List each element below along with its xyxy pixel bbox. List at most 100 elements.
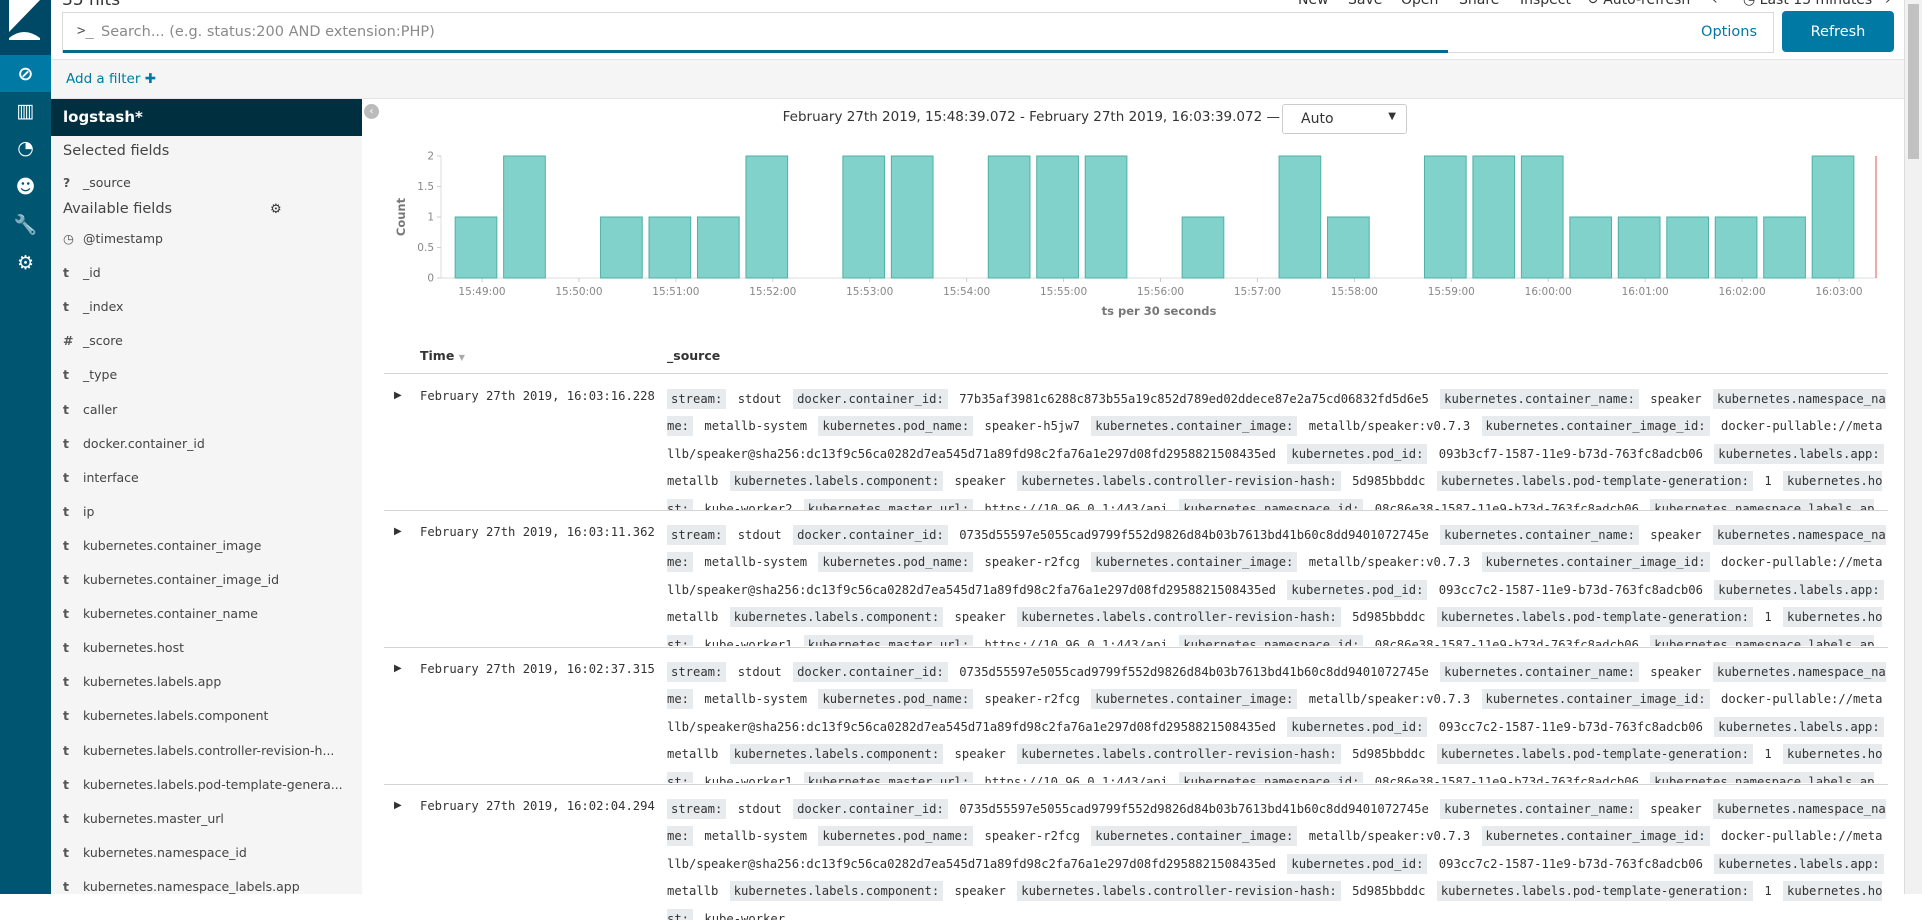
- page-scrollbar[interactable]: [1904, 0, 1922, 894]
- menu-open[interactable]: Open: [1401, 0, 1438, 8]
- field-item[interactable]: t _id: [63, 265, 101, 280]
- source-field-key: kubernetes.labels.controller-revision-ha…: [1017, 607, 1341, 628]
- histogram-time-range: February 27th 2019, 15:48:39.072 - Febru…: [782, 109, 1280, 125]
- source-field-value: 093cc7c2-1587-11e9-b73d-763fc8adcb06: [1438, 856, 1703, 871]
- source-field-value: metallb-system: [704, 692, 808, 707]
- row-timestamp: February 27th 2019, 16:02:37.315: [420, 662, 655, 676]
- nav-item-ml-bear[interactable]: ☻: [0, 168, 51, 205]
- source-field-value: 0735d55597e5055cad9799f552d9826d84b03b76…: [959, 802, 1429, 816]
- add-filter-button[interactable]: Add a filter ✚: [66, 71, 156, 87]
- collapse-sidebar-chevron-icon[interactable]: ‹: [364, 104, 379, 119]
- sort-down-icon[interactable]: ▼: [459, 353, 465, 362]
- menu-new[interactable]: New: [1298, 0, 1329, 8]
- expand-row-caret-icon[interactable]: ▶: [394, 526, 402, 537]
- nav-item-dashboard-gauge[interactable]: ◔: [0, 129, 51, 166]
- time-forward-chevron-icon[interactable]: ›: [1885, 0, 1891, 8]
- nav-item-discover-compass[interactable]: ⊘: [0, 55, 51, 92]
- histogram-bar: [454, 216, 498, 279]
- field-item[interactable]: ? _source: [63, 175, 131, 190]
- selected-fields-title: Selected fields: [63, 143, 170, 159]
- kibana-logo[interactable]: [0, 0, 51, 55]
- source-field-value: 0735d55597e5055cad9799f552d9826d84b03b76…: [959, 665, 1429, 679]
- field-item[interactable]: t kubernetes.container_image_id: [63, 572, 279, 587]
- nav-item-devtools-wrench[interactable]: 🔧: [0, 206, 51, 243]
- x-tick-label: 16:03:00: [1815, 286, 1862, 298]
- source-field-key: kubernetes.namespace_id:: [1179, 771, 1364, 783]
- search-input[interactable]: [101, 19, 1601, 45]
- expand-row-caret-icon[interactable]: ▶: [394, 390, 402, 401]
- field-item[interactable]: t kubernetes.labels.controller-revision-h…: [63, 743, 334, 758]
- field-item[interactable]: t kubernetes.container_name: [63, 606, 258, 621]
- clock-type-icon: ◷: [63, 231, 74, 246]
- field-item[interactable]: t kubernetes.container_image: [63, 538, 261, 553]
- source-field-value: 1: [1764, 610, 1772, 625]
- source-field-value: https://10.96.0.1:443/api: [984, 501, 1168, 510]
- field-item[interactable]: t kubernetes.labels.app: [63, 674, 221, 689]
- field-item[interactable]: t caller: [63, 402, 117, 417]
- nav-item-visualize-chart[interactable]: ▥: [0, 92, 51, 129]
- menu-inspect[interactable]: Inspect: [1520, 0, 1571, 8]
- field-name: ip: [83, 503, 95, 519]
- source-field-value: 093b3cf7-1587-11e9-b73d-763fc8adcb06: [1438, 446, 1703, 461]
- x-tick-label: 15:53:00: [846, 286, 893, 298]
- time-picker[interactable]: ◷ Last 15 minutes: [1743, 0, 1872, 8]
- source-field-key: stream:: [667, 389, 727, 409]
- menu-save[interactable]: Save: [1348, 0, 1382, 8]
- discover-compass-icon: ⊘: [17, 62, 34, 85]
- field-item[interactable]: t kubernetes.master_url: [63, 811, 224, 826]
- options-button[interactable]: Options: [1701, 24, 1757, 40]
- source-field-value: kube-worker2: [704, 501, 793, 510]
- interval-select[interactable]: Auto ▼: [1282, 104, 1407, 134]
- row-source: stream: stdout docker.container_id: 0735…: [667, 522, 1888, 646]
- x-tick-label: 15:52:00: [749, 286, 796, 298]
- source-field-value: 1: [1764, 747, 1772, 762]
- field-type-icon: t: [63, 367, 69, 383]
- expand-row-caret-icon[interactable]: ▶: [394, 663, 402, 674]
- source-field-value: https://10.96.0.1:443/api: [984, 774, 1168, 783]
- field-item[interactable]: t ip: [63, 504, 94, 519]
- field-item[interactable]: t _type: [63, 367, 117, 382]
- source-field-value: 08c86e38-1587-11e9-b73d-763fc8adcb06: [1374, 501, 1639, 510]
- field-item[interactable]: t kubernetes.namespace_labels.app: [63, 879, 300, 894]
- field-sidebar: logstash* Selected fields Available fiel…: [51, 99, 362, 894]
- time-column-header[interactable]: Time ▼: [420, 348, 465, 363]
- dashboard-gauge-icon: ◔: [17, 136, 34, 159]
- field-item[interactable]: t docker.container_id: [63, 436, 205, 451]
- field-settings-gear-icon[interactable]: ⚙: [270, 202, 282, 217]
- field-item[interactable]: # _score: [63, 333, 123, 348]
- row-timestamp: February 27th 2019, 16:03:11.362: [420, 525, 655, 539]
- field-item[interactable]: t kubernetes.host: [63, 640, 184, 655]
- source-field-key: kubernetes.container_name:: [1440, 799, 1639, 819]
- nav-item-management-gear[interactable]: ⚙: [0, 244, 51, 281]
- index-pattern-title[interactable]: logstash*: [51, 99, 362, 136]
- field-item[interactable]: t kubernetes.labels.pod-template-genera..…: [63, 777, 343, 792]
- source-field-key: kubernetes.labels.app:: [1714, 443, 1884, 464]
- expand-row-caret-icon[interactable]: ▶: [394, 800, 402, 811]
- field-name: kubernetes.container_image_id: [83, 572, 280, 587]
- source-field-value: 5d985bbddc: [1352, 747, 1426, 762]
- x-tick-label: 15:56:00: [1137, 286, 1184, 298]
- field-type-icon: ?: [63, 175, 71, 190]
- scrollbar-thumb[interactable]: [1908, 4, 1919, 159]
- field-item[interactable]: t kubernetes.labels.component: [63, 708, 268, 723]
- histogram-bar: [600, 216, 643, 279]
- caret-down-icon: ▼: [1388, 111, 1396, 122]
- source-field-value: 5d985bbddc: [1352, 884, 1426, 899]
- field-type-icon: #: [63, 333, 74, 349]
- time-back-chevron-icon[interactable]: ‹: [1712, 0, 1718, 8]
- menu-auto-refresh[interactable]: ↻ Auto-refresh: [1587, 0, 1690, 8]
- histogram-bar: [1520, 155, 1564, 279]
- refresh-button[interactable]: Refresh: [1782, 11, 1894, 52]
- field-item[interactable]: t _index: [63, 299, 123, 314]
- field-item[interactable]: t kubernetes.namespace_id: [63, 845, 247, 860]
- field-item[interactable]: ◷ @timestamp: [63, 231, 163, 246]
- menu-share[interactable]: Share: [1459, 0, 1499, 8]
- source-field-key: kubernetes.container_name:: [1440, 389, 1639, 409]
- y-tick-label: 0.5: [417, 242, 434, 254]
- source-field-value: metallb: [667, 474, 719, 489]
- field-item[interactable]: t interface: [63, 470, 139, 485]
- row-divider: [384, 510, 1888, 511]
- field-type-icon: t: [63, 537, 69, 553]
- search-progress-bar: [63, 50, 1449, 53]
- source-field-value: kube-worker1: [704, 637, 793, 646]
